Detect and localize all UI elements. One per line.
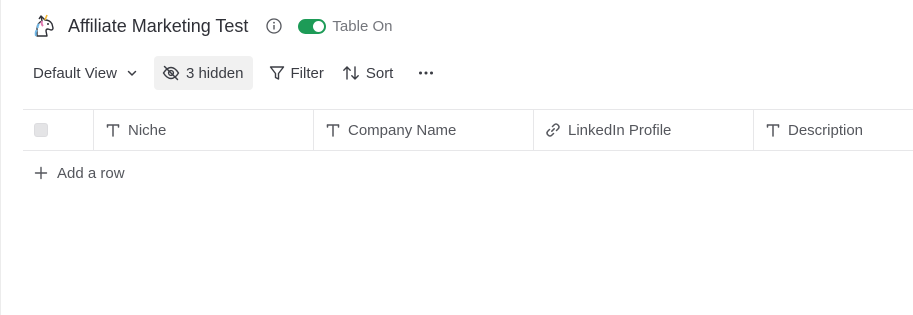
toggle-label: Table On bbox=[332, 17, 393, 35]
chevron-down-icon bbox=[127, 70, 137, 76]
sort-label: Sort bbox=[365, 64, 394, 82]
sort-button[interactable]: Sort bbox=[334, 56, 402, 90]
plus-icon bbox=[34, 166, 48, 180]
view-label: Default View bbox=[33, 64, 117, 82]
column-header-niche[interactable]: Niche bbox=[94, 110, 314, 150]
hidden-label: 3 hidden bbox=[185, 64, 244, 82]
title-row: Affiliate Marketing Test Table On bbox=[32, 12, 392, 40]
table-header-row: Niche Company Name LinkedIn Profile Desc… bbox=[23, 109, 913, 151]
text-type-icon bbox=[766, 124, 780, 137]
database-page: Affiliate Marketing Test Table On Defaul… bbox=[0, 0, 913, 315]
filter-button[interactable]: Filter bbox=[261, 56, 332, 90]
filter-label: Filter bbox=[290, 64, 324, 82]
column-label: LinkedIn Profile bbox=[568, 121, 672, 139]
more-options-button[interactable] bbox=[411, 56, 441, 90]
column-label: Niche bbox=[128, 121, 167, 139]
link-icon bbox=[546, 123, 560, 137]
view-toolbar: Default View 3 hidden Filter Sort bbox=[25, 56, 441, 90]
table-toggle[interactable] bbox=[298, 18, 327, 34]
text-type-icon bbox=[106, 124, 120, 137]
column-header-company-name[interactable]: Company Name bbox=[314, 110, 534, 150]
eye-off-icon bbox=[162, 65, 180, 81]
toggle-knob bbox=[313, 20, 325, 32]
more-horizontal-icon bbox=[419, 71, 434, 75]
text-type-icon bbox=[326, 124, 340, 137]
info-icon[interactable] bbox=[266, 18, 283, 34]
select-all-cell bbox=[23, 110, 94, 150]
add-row-button[interactable]: Add a row bbox=[23, 151, 913, 195]
column-label: Description bbox=[788, 121, 864, 139]
filter-icon bbox=[269, 66, 284, 80]
column-label: Company Name bbox=[348, 121, 457, 139]
unicorn-icon[interactable] bbox=[32, 14, 56, 38]
column-header-description[interactable]: Description bbox=[754, 110, 913, 150]
data-table: Niche Company Name LinkedIn Profile Desc… bbox=[23, 109, 913, 195]
hidden-fields-button[interactable]: 3 hidden bbox=[153, 56, 253, 90]
page-title[interactable]: Affiliate Marketing Test bbox=[68, 16, 248, 37]
add-row-label: Add a row bbox=[57, 164, 125, 182]
sort-icon bbox=[342, 66, 359, 80]
view-selector-button[interactable]: Default View bbox=[25, 56, 146, 90]
select-all-checkbox[interactable] bbox=[34, 123, 48, 137]
column-header-linkedin-profile[interactable]: LinkedIn Profile bbox=[534, 110, 754, 150]
